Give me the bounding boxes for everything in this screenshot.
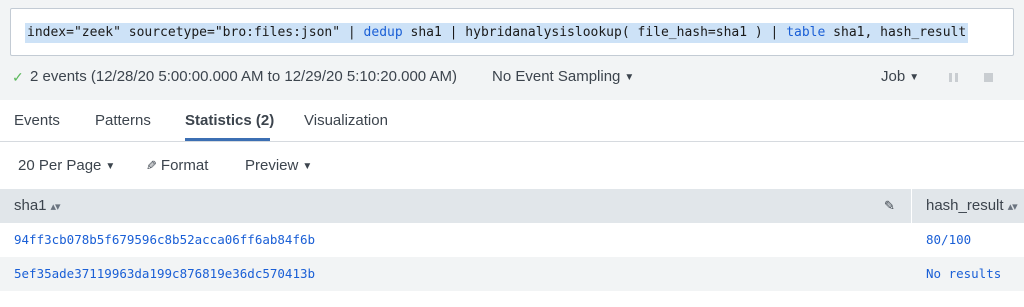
preview-label: Preview (245, 157, 299, 174)
stop-icon[interactable] (984, 73, 993, 82)
query-keyword-dedup: dedup (363, 25, 403, 40)
per-page-dropdown[interactable]: 20 Per Page ▼ (18, 143, 115, 190)
pencil-icon: ✎ (146, 158, 157, 173)
tab-statistics[interactable]: Statistics (2) (185, 112, 274, 129)
sha1-cell[interactable]: 94ff3cb078b5f679596c8b52acca06ff6ab84f6b (14, 223, 315, 257)
column-label: sha1 (14, 197, 47, 214)
events-summary: 2 events (12/28/20 5:00:00.000 AM to 12/… (30, 68, 457, 85)
active-tab-indicator (185, 138, 270, 141)
job-menu[interactable]: Job ▼ (881, 62, 919, 93)
search-query-text[interactable]: index="zeek" sourcetype="bro:files:json"… (25, 23, 969, 43)
caret-down-icon: ▼ (624, 72, 635, 83)
column-label: hash_result (926, 197, 1004, 214)
query-part: sha1 | hybridanalysislookup( file_hash=s… (402, 25, 787, 40)
search-panel: index="zeek" sourcetype="bro:files:json"… (0, 0, 1024, 100)
per-page-label: 20 Per Page (18, 157, 102, 174)
table-row: 5ef35ade37119963da199c876819e36dc570413b… (0, 257, 1024, 291)
pause-icon[interactable] (949, 73, 958, 82)
tab-events[interactable]: Events (14, 112, 60, 129)
caret-down-icon: ▼ (105, 161, 116, 172)
tab-visualization[interactable]: Visualization (304, 112, 388, 129)
sort-icon: ▴▾ (50, 201, 61, 213)
sort-icon: ▴▾ (1007, 201, 1018, 213)
table-controls: 20 Per Page ▼ ✎ Format Preview ▼ (0, 143, 1024, 189)
column-divider[interactable] (911, 189, 912, 223)
table-row: 94ff3cb078b5f679596c8b52acca06ff6ab84f6b… (0, 223, 1024, 257)
column-header-sha1[interactable]: sha1 ▴▾ (14, 189, 61, 224)
hash-result-cell[interactable]: 80/100 (926, 223, 971, 257)
search-status-row: ✓ 2 events (12/28/20 5:00:00.000 AM to 1… (0, 62, 1024, 92)
query-part: index="zeek" sourcetype="bro:files:json"… (27, 25, 364, 40)
column-header-hash-result[interactable]: hash_result ▴▾ (926, 189, 1018, 224)
caret-down-icon: ▼ (302, 161, 313, 172)
format-button[interactable]: ✎ Format (146, 143, 208, 189)
search-input[interactable]: index="zeek" sourcetype="bro:files:json"… (10, 8, 1014, 56)
sha1-cell[interactable]: 5ef35ade37119963da199c876819e36dc570413b (14, 257, 315, 291)
query-part: sha1, hash_result (825, 25, 967, 40)
results-table: sha1 ▴▾ ✎ hash_result ▴▾ 94ff3cb078b5f6795… (0, 189, 1024, 291)
sampling-label: No Event Sampling (492, 68, 621, 85)
pencil-icon[interactable]: ✎ (884, 189, 895, 223)
event-sampling-dropdown[interactable]: No Event Sampling ▼ (492, 62, 634, 93)
preview-dropdown[interactable]: Preview ▼ (245, 143, 312, 190)
format-label: Format (160, 157, 209, 174)
hash-result-cell[interactable]: No results (926, 257, 1001, 291)
query-keyword-table: table (786, 25, 826, 40)
results-tabs: Events Patterns Statistics (2) Visualiza… (0, 100, 1024, 142)
job-label: Job (881, 68, 906, 85)
caret-down-icon: ▼ (909, 72, 920, 83)
check-icon: ✓ (12, 69, 24, 85)
table-header: sha1 ▴▾ ✎ hash_result ▴▾ (0, 189, 1024, 223)
tab-patterns[interactable]: Patterns (95, 112, 151, 129)
